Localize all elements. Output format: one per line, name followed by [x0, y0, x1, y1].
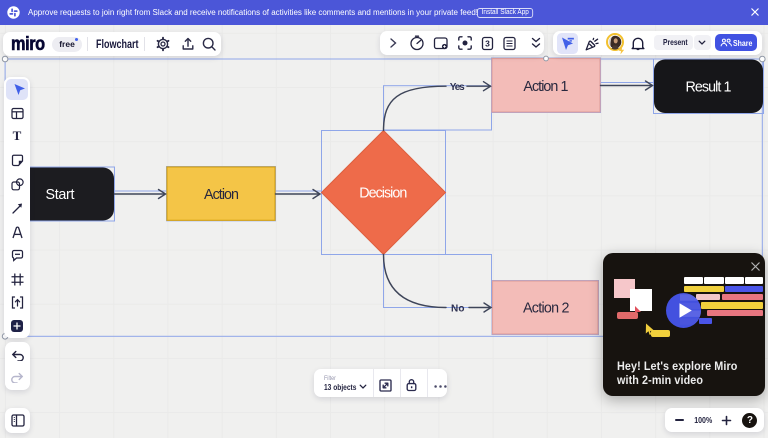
- svg-text:Start: Start: [46, 187, 75, 203]
- svg-text:Action 1: Action 1: [523, 79, 568, 95]
- svg-text:Decision: Decision: [359, 186, 407, 202]
- svg-text:Action 2: Action 2: [523, 301, 570, 317]
- svg-text:Result 1: Result 1: [686, 80, 732, 96]
- svg-text:3: 3: [485, 38, 490, 48]
- svg-text:Action: Action: [204, 187, 239, 203]
- svg-text:No: No: [451, 304, 465, 315]
- svg-text:Yes: Yes: [450, 82, 465, 93]
